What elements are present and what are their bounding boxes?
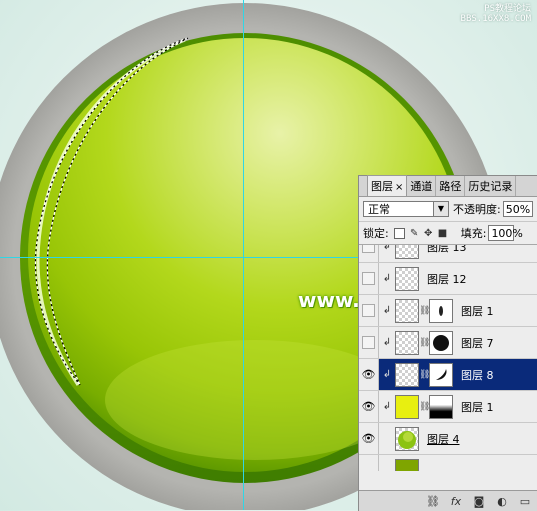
layer-row-partial[interactable] (359, 455, 537, 471)
layer-thumbnail (395, 362, 419, 387)
tab-layers[interactable]: 图层 × (367, 175, 408, 196)
add-mask-icon[interactable]: ◙ (472, 495, 486, 508)
chain-link-icon[interactable]: ⛓ (419, 306, 430, 316)
lock-row: 锁定: ✎ ✥ ■ 填充: 100% (359, 222, 537, 245)
visibility-toggle[interactable] (359, 327, 379, 358)
layer-name[interactable]: 图层 4 (427, 431, 460, 447)
lock-icon[interactable]: ■ (438, 228, 447, 238)
chevron-down-icon[interactable]: ▼ (433, 202, 448, 216)
visibility-toggle[interactable]: 👁 (359, 423, 379, 454)
clip-arrow-icon: ↲ (382, 245, 392, 252)
clip-arrow-icon: ↲ (382, 305, 392, 316)
layer-row[interactable]: ↲ ⛓ 图层 1 (359, 295, 537, 327)
chain-link-icon[interactable]: ⛓ (419, 338, 430, 348)
eye-hidden-box[interactable] (362, 304, 375, 317)
move-icon[interactable]: ✥ (424, 228, 433, 238)
layers-panel: 图层 × 通道 路径 历史记录 正常 ▼ 不透明度: 50% 锁定: ✎ ✥ ■ … (358, 175, 537, 511)
blend-row: 正常 ▼ 不透明度: 50% (359, 197, 537, 222)
panel-bottom-bar: ⛓ fx ◙ ◐ ▭ (359, 490, 537, 511)
layer-thumbnail (395, 458, 419, 471)
layer-name[interactable]: 图层 12 (427, 271, 467, 287)
watermark-forum: PS教程论坛 BBS.16XX8.COM (461, 4, 531, 24)
eye-icon[interactable]: 👁 (362, 432, 376, 445)
layer-name[interactable]: 图层 1 (461, 303, 494, 319)
tab-history[interactable]: 历史记录 (465, 176, 517, 196)
layer-row[interactable]: ↲ 图层 12 (359, 263, 537, 295)
layer-row[interactable]: 👁 ↲ ⛓ 图层 1 (359, 391, 537, 423)
visibility-toggle[interactable] (359, 263, 379, 294)
adjustment-layer-icon[interactable]: ◐ (495, 495, 509, 508)
chain-link-icon[interactable]: ⛓ (419, 402, 430, 412)
lock-label: 锁定: (363, 227, 389, 240)
layers-list: ↲ 图层 13 ↲ 图层 12 ↲ ⛓ 图层 1 ↲ ⛓ 图层 7 👁 ↲ ⛓ … (359, 245, 537, 471)
layer-name[interactable]: 图层 13 (427, 245, 467, 255)
layer-thumbnail (395, 394, 419, 419)
tab-layers-label: 图层 (371, 180, 393, 193)
layer-thumbnail (395, 266, 419, 291)
visibility-toggle[interactable] (359, 295, 379, 326)
layer-name[interactable]: 图层 1 (461, 399, 494, 415)
visibility-toggle[interactable] (359, 245, 379, 262)
link-layers-icon[interactable]: ⛓ (426, 495, 440, 508)
clip-arrow-icon: ↲ (382, 401, 392, 412)
layer-row[interactable]: ↲ 图层 13 (359, 245, 537, 263)
clip-arrow-icon: ↲ (382, 337, 392, 348)
layer-thumbnail (395, 298, 419, 323)
layer-row-selected[interactable]: 👁 ↲ ⛓ 图层 8 (359, 359, 537, 391)
brush-icon[interactable]: ✎ (410, 228, 419, 238)
sphere-thumbnail (398, 430, 416, 449)
watermark-forum-title: PS教程论坛 (484, 4, 531, 14)
layer-thumbnail (395, 245, 419, 259)
layer-thumbnail (395, 330, 419, 355)
layer-thumbnail (395, 426, 419, 451)
watermark-forum-url: BBS.16XX8.COM (460, 14, 531, 24)
layer-mask-thumbnail[interactable] (429, 330, 453, 355)
blend-mode-select[interactable]: 正常 ▼ (363, 201, 449, 217)
panel-tabs: 图层 × 通道 路径 历史记录 (359, 175, 537, 197)
blend-mode-value: 正常 (368, 203, 390, 216)
layer-mask-thumbnail[interactable] (429, 362, 453, 387)
tab-channels[interactable]: 通道 (407, 176, 437, 196)
visibility-toggle[interactable] (359, 455, 379, 471)
opacity-label: 不透明度: (453, 203, 501, 216)
layer-name[interactable]: 图层 8 (461, 367, 494, 383)
layer-mask-thumbnail[interactable] (429, 298, 453, 323)
lock-transparency-icon[interactable] (393, 227, 405, 239)
mask-shape (439, 305, 443, 316)
layer-row[interactable]: ↲ ⛓ 图层 7 (359, 327, 537, 359)
clip-arrow-icon: ↲ (382, 369, 392, 380)
clip-arrow-icon: ↲ (382, 273, 392, 284)
eye-icon[interactable]: 👁 (362, 368, 376, 381)
opacity-input[interactable]: 50% (502, 201, 533, 217)
layer-name[interactable]: 图层 7 (461, 335, 494, 351)
eye-icon[interactable]: 👁 (362, 400, 376, 413)
eye-hidden-box[interactable] (362, 272, 375, 285)
layer-mask-thumbnail[interactable] (429, 394, 453, 419)
eye-hidden-box[interactable] (362, 336, 375, 349)
fill-label: 填充: (460, 227, 487, 240)
tab-paths[interactable]: 路径 (436, 176, 466, 196)
new-group-icon[interactable]: ▭ (518, 495, 532, 508)
visibility-toggle[interactable]: 👁 (359, 359, 379, 390)
fill-input[interactable]: 100% (488, 225, 523, 241)
visibility-toggle[interactable]: 👁 (359, 391, 379, 422)
chain-link-icon[interactable]: ⛓ (419, 370, 430, 380)
layer-row[interactable]: 👁 图层 4 (359, 423, 537, 455)
eye-hidden-box[interactable] (362, 245, 375, 253)
fx-icon[interactable]: fx (449, 495, 463, 508)
close-icon[interactable]: × (395, 182, 403, 193)
mask-shape (436, 368, 447, 380)
vertical-guide[interactable] (243, 0, 244, 510)
mask-shape (433, 334, 449, 351)
